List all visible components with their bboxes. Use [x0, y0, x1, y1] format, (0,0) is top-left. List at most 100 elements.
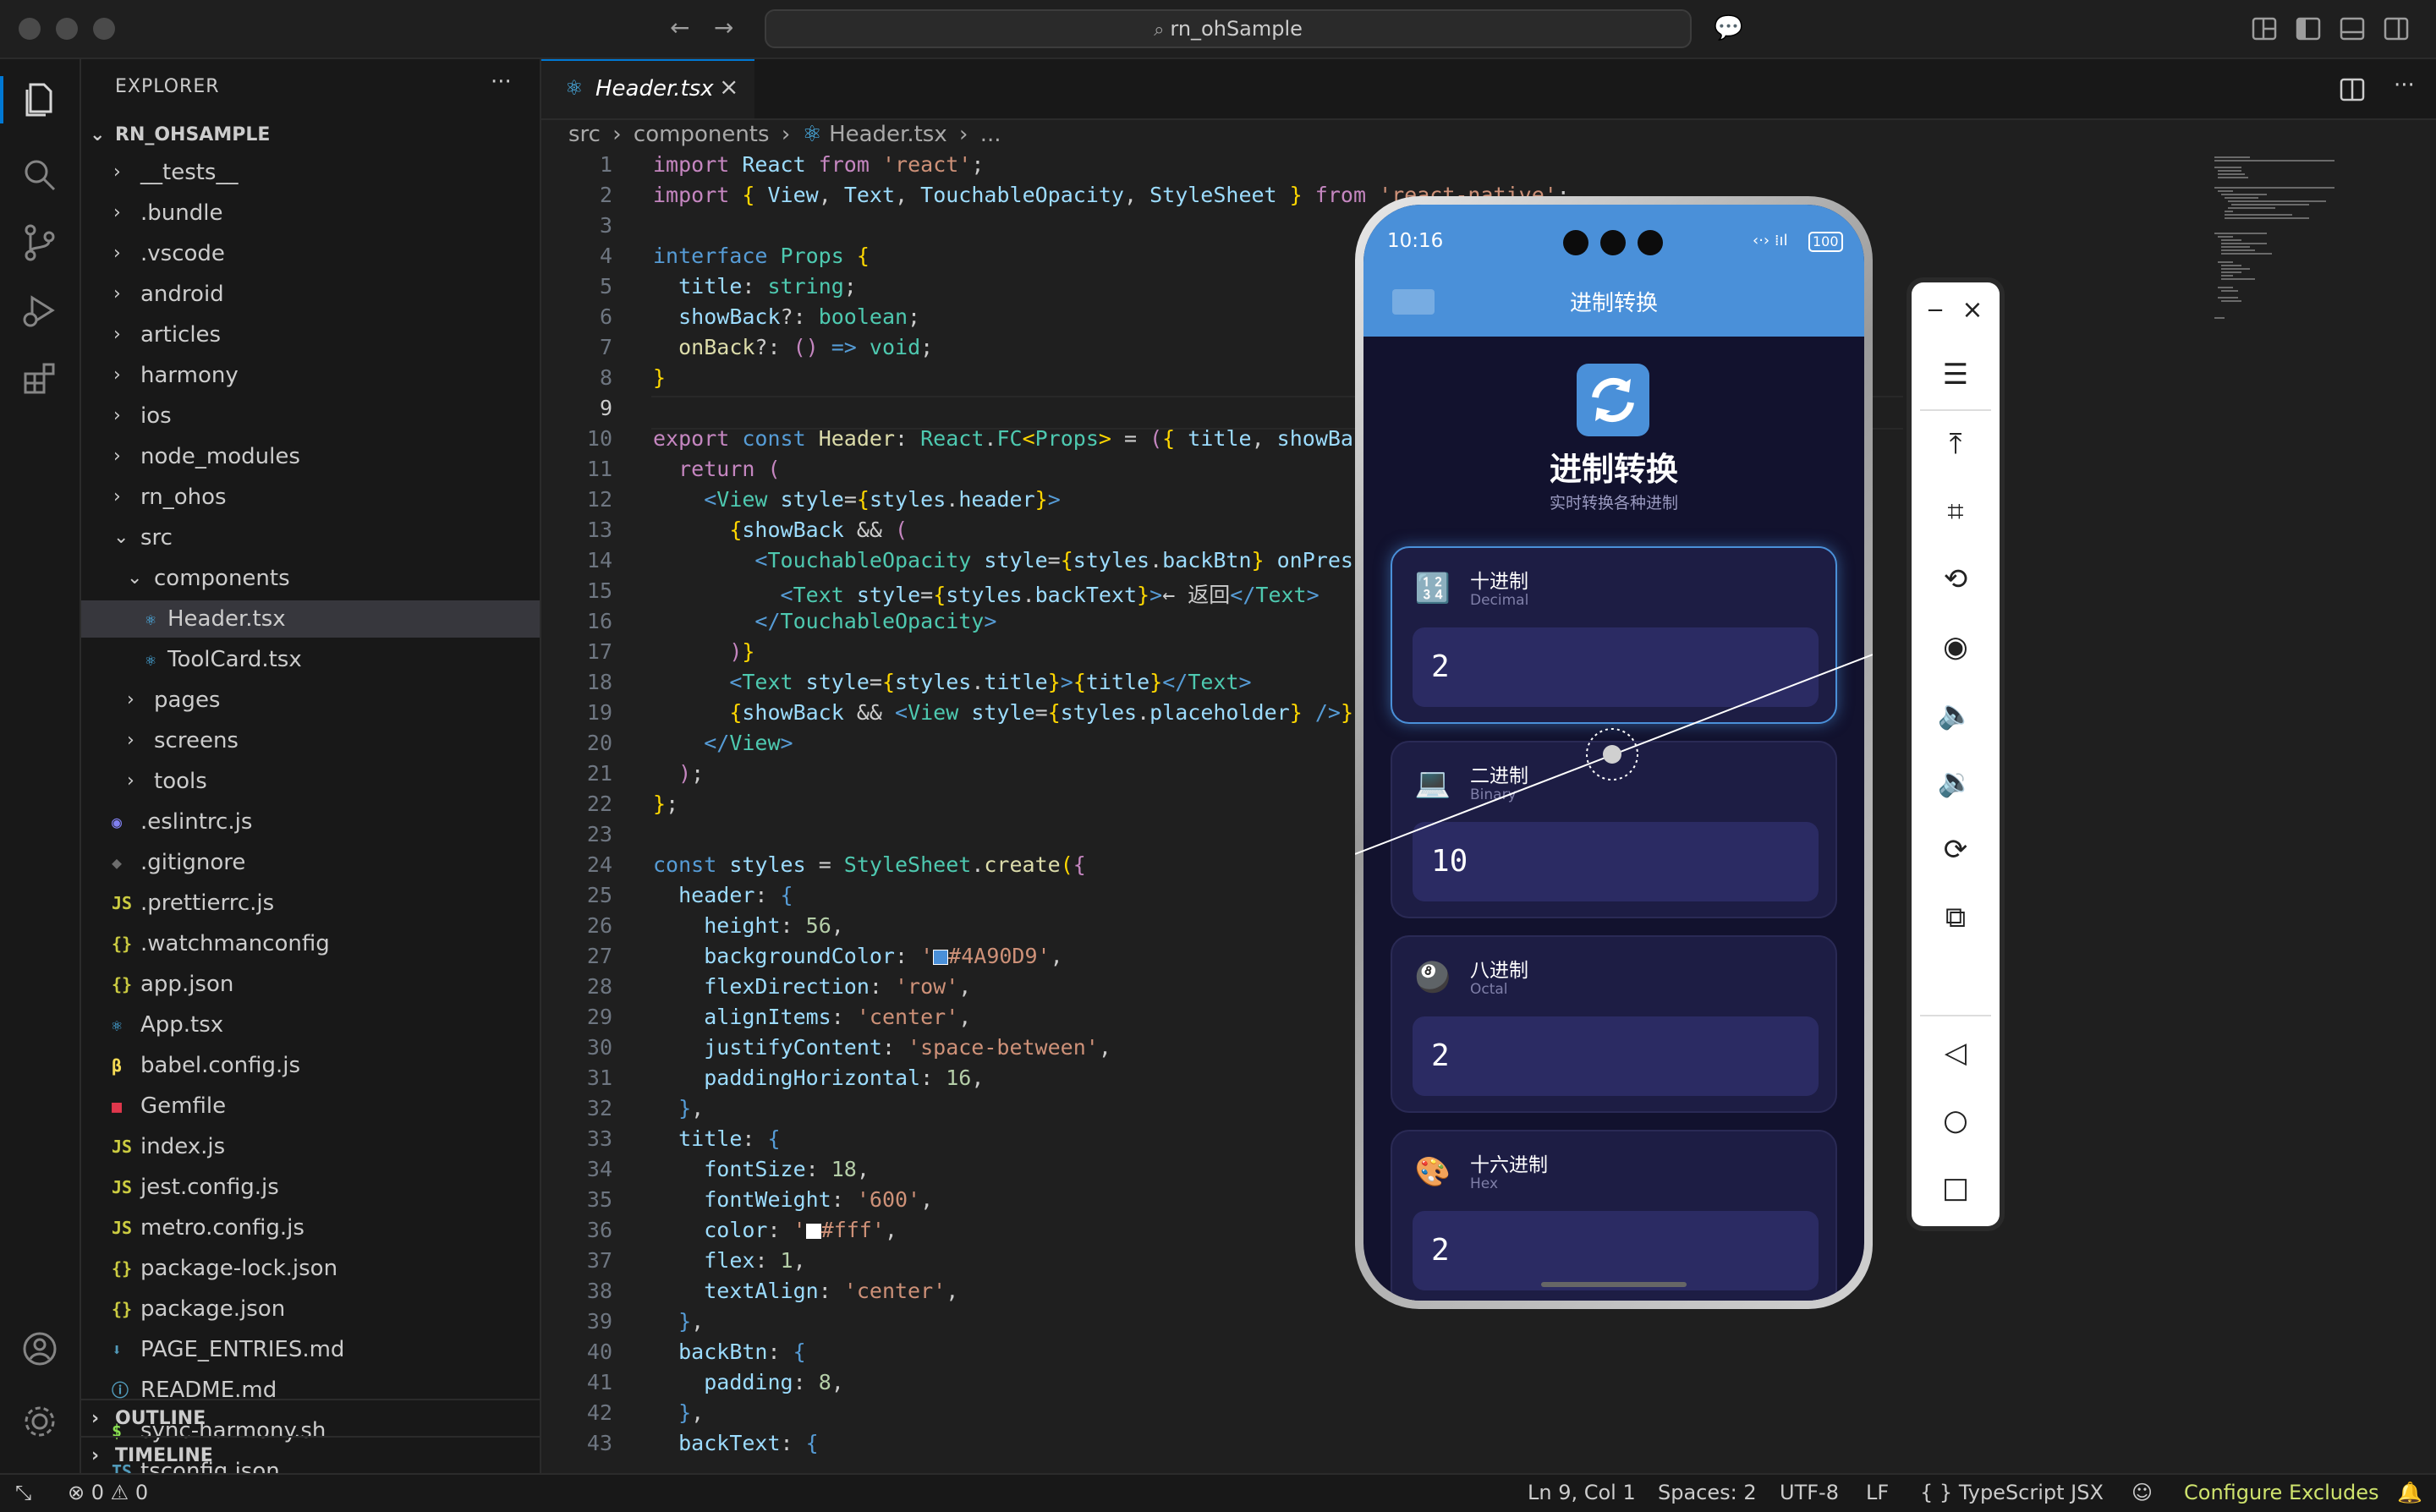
remote-icon[interactable]: ⤡ [15, 1475, 31, 1510]
more-actions-icon[interactable]: ··· [491, 69, 512, 95]
tree-file[interactable]: ◉ .eslintrc.js [81, 803, 540, 841]
tree-file[interactable]: {} app.json [81, 966, 540, 1003]
tree-file[interactable]: ⚛ App.tsx [81, 1006, 540, 1044]
command-center-search[interactable]: ⌕ rn_ohSample [765, 9, 1692, 48]
tree-file[interactable]: JS jest.config.js [81, 1169, 540, 1206]
split-editor-icon[interactable] [2340, 78, 2365, 101]
tree-folder[interactable]: › .vscode [81, 235, 540, 272]
breadcrumb-item[interactable]: ... [980, 122, 1001, 147]
tree-folder[interactable]: › screens [81, 722, 540, 759]
nav-back-icon[interactable]: ◁ [1934, 1032, 1977, 1074]
layout-customize-icon[interactable] [2252, 17, 2277, 41]
configure-excludes[interactable]: Configure Excludes [2184, 1475, 2378, 1510]
tree-file[interactable]: JS metro.config.js [81, 1209, 540, 1246]
tree-file[interactable]: JS .prettierrc.js [81, 885, 540, 922]
tab-header-tsx[interactable]: ⚛ Header.tsx × [541, 59, 754, 118]
maximize-window-button[interactable] [93, 18, 115, 40]
tree-item-label: components [154, 566, 290, 591]
source-control-icon[interactable] [19, 222, 61, 264]
divider [1920, 1015, 1991, 1016]
encoding[interactable]: UTF-8 [1780, 1475, 1839, 1510]
tree-folder[interactable]: › pages [81, 682, 540, 719]
volume-down-icon[interactable]: 🔉 [1934, 761, 1977, 803]
tree-folder[interactable]: › harmony [81, 357, 540, 394]
forward-arrow-icon[interactable]: → [714, 15, 733, 41]
explorer-icon[interactable] [19, 78, 61, 120]
volume-up-icon[interactable]: 🔈 [1934, 693, 1977, 736]
line-ending[interactable]: LF [1866, 1475, 1889, 1510]
close-icon[interactable]: × [1956, 289, 1989, 331]
tree-folder[interactable]: ⌄ components [81, 560, 540, 597]
tree-folder[interactable]: › __tests__ [81, 154, 540, 191]
tree-item-label: package-lock.json [140, 1256, 338, 1281]
tree-file[interactable]: {} .watchmanconfig [81, 925, 540, 962]
converter-card[interactable]: 🎨 十六进制 Hex 2 [1391, 1130, 1837, 1301]
tree-folder[interactable]: › rn_ohos [81, 479, 540, 516]
tree-folder[interactable]: › android [81, 276, 540, 313]
back-arrow-icon[interactable]: ← [670, 15, 689, 41]
extensions-icon[interactable] [19, 357, 61, 399]
timeline-section[interactable]: › TIMELINE [81, 1436, 540, 1475]
fold-device-icon[interactable]: ⧉ [1934, 896, 1977, 939]
rotate-icon[interactable]: ⟲ [1934, 558, 1977, 600]
tree-file[interactable]: ■ Gemfile [81, 1087, 540, 1125]
copilot-chat-icon[interactable]: 💬 [1714, 15, 1743, 41]
nav-recents-icon[interactable]: □ [1934, 1167, 1977, 1209]
close-window-button[interactable] [19, 18, 41, 40]
tree-folder[interactable]: › articles [81, 316, 540, 353]
tree-folder[interactable]: › tools [81, 763, 540, 800]
menu-icon[interactable]: ☰ [1934, 353, 1977, 396]
tree-file[interactable]: JS index.js [81, 1128, 540, 1165]
tree-file[interactable]: {} package.json [81, 1290, 540, 1328]
tree-file[interactable]: β babel.config.js [81, 1047, 540, 1084]
tree-folder[interactable]: › .bundle [81, 194, 540, 232]
accounts-icon[interactable] [19, 1328, 61, 1370]
pin-to-top-icon[interactable]: ⤒ [1934, 423, 1977, 465]
breadcrumb-item[interactable]: src [568, 122, 601, 147]
status-bar: ⤡ ⊗ 0 ⚠ 0 Ln 9, Col 1 Spaces: 2 UTF-8 LF… [0, 1473, 2436, 1512]
home-indicator[interactable] [1541, 1282, 1687, 1287]
outline-section[interactable]: › OUTLINE [81, 1399, 540, 1438]
minimap[interactable] [2208, 152, 2343, 338]
language-mode[interactable]: { } TypeScript JSX [1920, 1475, 2104, 1510]
toggle-panel-icon[interactable] [2340, 17, 2365, 41]
tree-folder[interactable]: › ios [81, 397, 540, 435]
tree-folder[interactable]: › node_modules [81, 438, 540, 475]
run-debug-icon[interactable] [19, 289, 61, 331]
minimize-window-button[interactable] [56, 18, 78, 40]
tree-file[interactable]: ⚛ Header.tsx [81, 600, 540, 638]
copilot-icon[interactable]: ☺ [2132, 1475, 2153, 1510]
converter-card[interactable]: 🎱 八进制 Octal 2 [1391, 935, 1837, 1113]
tree-file[interactable]: ⚛ ToolCard.tsx [81, 641, 540, 678]
search-icon[interactable] [19, 154, 61, 196]
record-icon[interactable]: ◉ [1934, 626, 1977, 668]
manage-gear-icon[interactable] [19, 1400, 61, 1443]
nav-home-icon[interactable]: ○ [1934, 1099, 1977, 1142]
breadcrumb-item[interactable]: components [634, 122, 770, 147]
crop-screenshot-icon[interactable]: ⌗ [1934, 490, 1977, 533]
line-number: 18 [586, 670, 612, 694]
code-line: }, [678, 1096, 705, 1120]
toggle-secondary-sidebar-icon[interactable] [2384, 17, 2409, 41]
notifications-bell-icon[interactable]: 🔔 [2397, 1475, 2422, 1510]
toggle-primary-sidebar-icon[interactable] [2296, 17, 2321, 41]
card-value-input[interactable]: 2 [1413, 1211, 1819, 1290]
indentation[interactable]: Spaces: 2 [1658, 1475, 1757, 1510]
rotate-device-icon[interactable]: ⟳ [1934, 829, 1977, 871]
react-file-icon: ⚛ [112, 1015, 123, 1035]
code-line: import React from 'react'; [653, 152, 985, 177]
problems-indicator[interactable]: ⊗ 0 ⚠ 0 [68, 1475, 148, 1510]
tree-file[interactable]: ⬇ PAGE_ENTRIES.md [81, 1331, 540, 1368]
tree-file[interactable]: {} package-lock.json [81, 1250, 540, 1287]
close-tab-icon[interactable]: × [719, 73, 738, 101]
code-line: textAlign: 'center', [704, 1279, 959, 1303]
tree-file[interactable]: ◆ .gitignore [81, 844, 540, 881]
editor-more-actions-icon[interactable]: ··· [2394, 73, 2415, 98]
minimize-icon[interactable]: − [1918, 289, 1952, 331]
tree-folder[interactable]: ⌄ src [81, 519, 540, 556]
line-number: 28 [586, 974, 612, 999]
explorer-root-folder[interactable]: ⌄ RN_OHSAMPLE [81, 117, 540, 154]
card-value-input[interactable]: 2 [1413, 1016, 1819, 1096]
breadcrumb-item[interactable]: Header.tsx [829, 122, 947, 147]
cursor-position[interactable]: Ln 9, Col 1 [1528, 1475, 1636, 1510]
